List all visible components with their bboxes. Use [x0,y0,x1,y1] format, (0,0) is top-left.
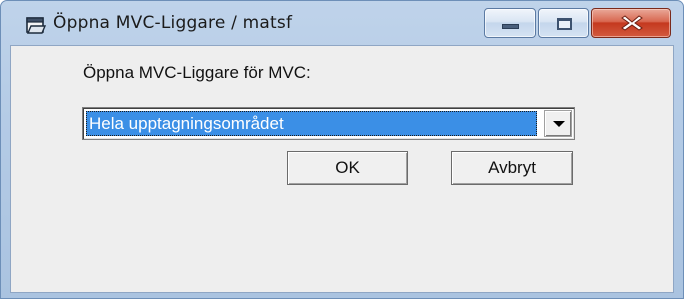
dialog-window: Öppna MVC-Liggare / matsf Öppna MVC-Ligg… [0,0,684,299]
maximize-button[interactable] [538,8,589,38]
window-title: Öppna MVC-Liggare / matsf [53,13,293,33]
mvc-select-value[interactable]: Hela upptagningsområdet [86,111,537,136]
dropdown-button[interactable] [544,110,572,137]
close-icon [621,15,643,31]
cancel-button[interactable]: Avbryt [451,151,573,185]
minimize-icon [502,24,519,29]
mvc-prompt-label: Öppna MVC-Liggare för MVC: [83,63,311,82]
minimize-button[interactable] [484,8,536,38]
maximize-icon [557,18,572,30]
title-bar[interactable]: Öppna MVC-Liggare / matsf [1,1,683,45]
close-button[interactable] [591,8,671,38]
mvc-select-combobox[interactable]: Hela upptagningsområdet [82,107,575,140]
ok-button[interactable]: OK [287,151,408,185]
chevron-down-icon [553,121,565,127]
folder-open-icon [26,17,47,34]
